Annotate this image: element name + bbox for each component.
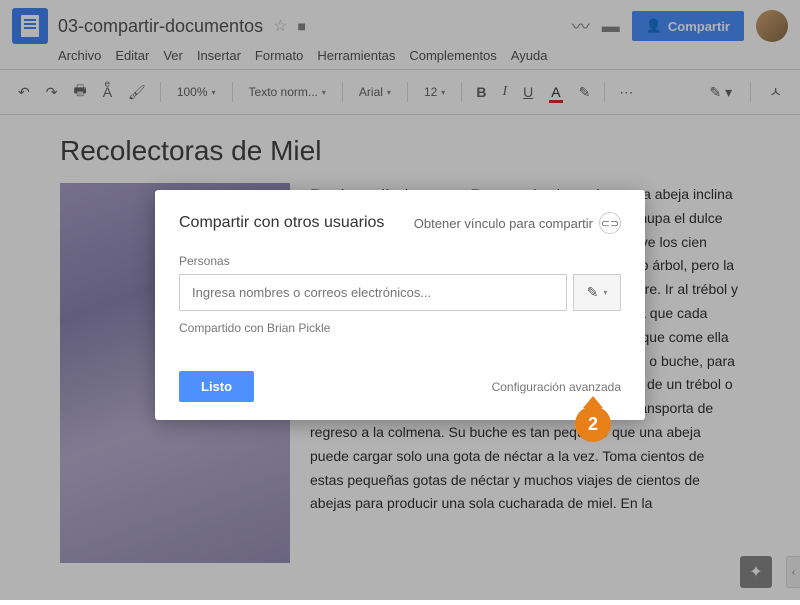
people-label: Personas (179, 254, 621, 268)
get-shareable-link[interactable]: Obtener vínculo para compartir ⊂⊃ (414, 212, 621, 234)
pencil-icon: ✎ (587, 284, 599, 301)
callout-number: 2 (575, 406, 611, 442)
people-input[interactable] (179, 274, 567, 311)
permission-dropdown[interactable]: ✎ (573, 274, 621, 311)
advanced-settings-link[interactable]: Configuración avanzada (492, 380, 621, 394)
shared-with-text: Compartido con Brian Pickle (179, 321, 621, 335)
dialog-title: Compartir con otros usuarios (179, 214, 384, 232)
done-button[interactable]: Listo (179, 371, 254, 402)
tutorial-callout: 2 (573, 396, 613, 436)
share-dialog: Compartir con otros usuarios Obtener vín… (155, 190, 645, 420)
link-icon: ⊂⊃ (599, 212, 621, 234)
